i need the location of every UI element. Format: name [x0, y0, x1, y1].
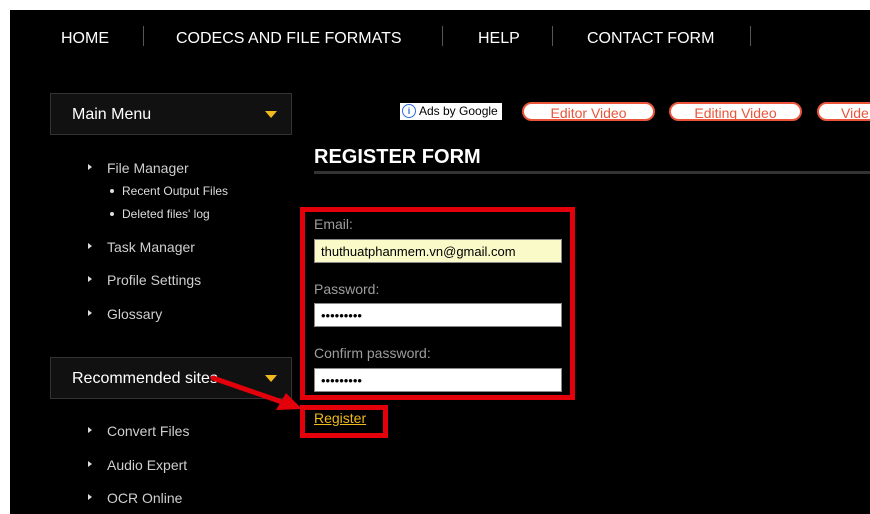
page: HOME CODECS AND FILE FORMATS HELP CONTAC…	[10, 10, 870, 514]
arrow-icon	[210, 375, 302, 410]
